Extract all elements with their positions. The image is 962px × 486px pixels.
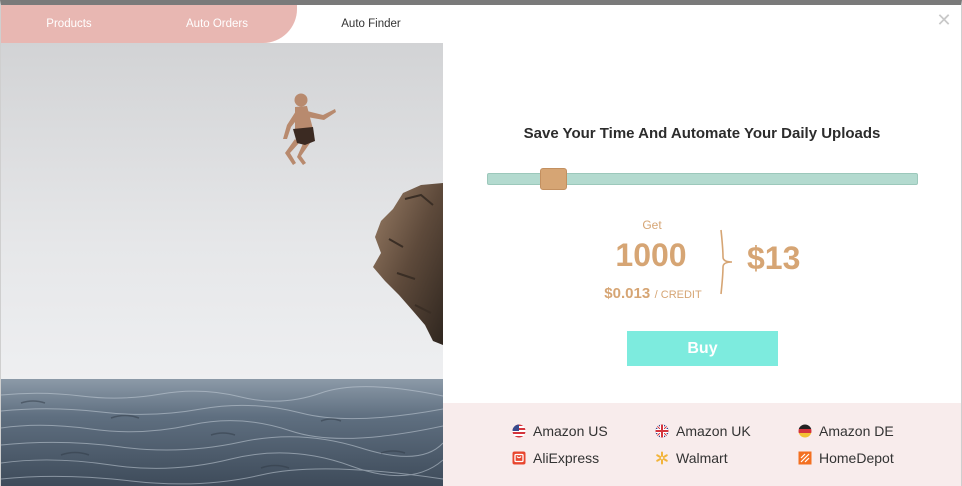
tab-products[interactable]: Products bbox=[21, 5, 117, 43]
close-icon[interactable]: ✕ bbox=[935, 11, 953, 29]
store-label: Amazon DE bbox=[819, 423, 894, 439]
store-amazon-us[interactable]: Amazon US bbox=[512, 421, 608, 441]
plan-headline: Save Your Time And Automate Your Daily U… bbox=[523, 125, 881, 142]
total-price: $13 bbox=[747, 240, 801, 276]
per-credit-unit: / CREDIT bbox=[654, 289, 702, 301]
store-aliexpress[interactable]: AliExpress bbox=[512, 448, 599, 468]
store-walmart[interactable]: Walmart bbox=[655, 448, 728, 468]
store-label: HomeDepot bbox=[819, 450, 894, 466]
us-flag-icon bbox=[512, 424, 526, 438]
store-label: Amazon UK bbox=[676, 423, 751, 439]
brace-divider-icon bbox=[720, 229, 733, 295]
credits-slider-thumb[interactable] bbox=[540, 168, 567, 190]
buy-button[interactable]: Buy bbox=[627, 331, 778, 366]
supported-stores: Amazon US Amazon UK Amazon DE AliExpress… bbox=[443, 403, 961, 486]
store-amazon-uk[interactable]: Amazon UK bbox=[655, 421, 751, 441]
de-flag-icon bbox=[798, 424, 812, 438]
tab-auto-orders[interactable]: Auto Orders bbox=[169, 5, 265, 43]
tab-auto-finder[interactable]: Auto Finder bbox=[323, 5, 419, 43]
get-label: Get bbox=[642, 218, 662, 232]
store-label: AliExpress bbox=[533, 450, 600, 466]
aliexpress-icon bbox=[512, 451, 526, 465]
walmart-icon bbox=[656, 451, 668, 465]
store-label: Walmart bbox=[676, 450, 728, 466]
tab-bar: Products Auto Orders Auto Finder bbox=[1, 5, 443, 43]
homedepot-icon bbox=[798, 451, 812, 465]
pricing-panel: Save Your Time And Automate Your Daily U… bbox=[443, 43, 961, 398]
store-label: Amazon US bbox=[533, 423, 608, 439]
credits-amount: 1000 bbox=[615, 237, 687, 273]
hero-photo bbox=[1, 43, 443, 486]
upgrade-modal: Products Auto Orders Auto Finder ✕ Save … bbox=[0, 0, 962, 486]
store-homedepot[interactable]: HomeDepot bbox=[798, 448, 894, 468]
credits-slider[interactable] bbox=[487, 168, 918, 190]
per-credit-price: $0.013 / CREDIT bbox=[593, 285, 713, 303]
per-credit-amount: $0.013 bbox=[604, 285, 651, 302]
store-amazon-de[interactable]: Amazon DE bbox=[798, 421, 894, 441]
uk-flag-icon bbox=[655, 424, 669, 438]
